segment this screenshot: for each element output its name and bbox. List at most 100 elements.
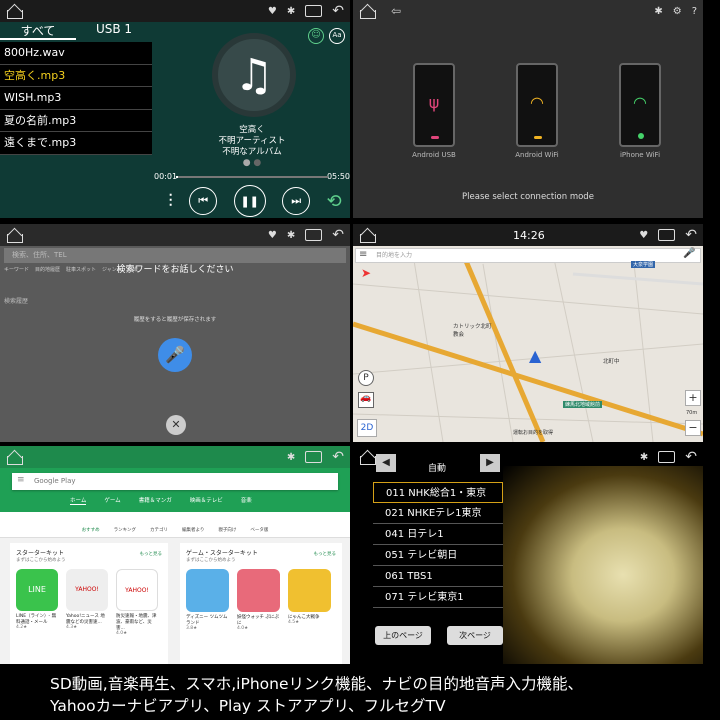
app-name: ディズニー ツムツム ランド — [186, 615, 228, 626]
home-icon[interactable] — [6, 5, 24, 19]
android-usb-option[interactable]: ψ — [413, 63, 455, 147]
list-item[interactable]: 800Hz.wav — [0, 42, 152, 65]
back-icon[interactable]: ↶ — [332, 3, 344, 19]
back-icon[interactable]: ↶ — [332, 449, 344, 465]
android-wifi-option[interactable]: ◠ — [516, 63, 558, 147]
tab-books[interactable]: 書籍＆マンガ — [139, 496, 172, 505]
home-icon[interactable] — [359, 451, 377, 465]
progress-bar[interactable] — [176, 176, 328, 178]
channel-item[interactable]: 051 テレビ朝日 — [373, 545, 503, 566]
menu-icon[interactable]: ≡ — [17, 475, 25, 485]
recent-apps-icon[interactable] — [305, 451, 323, 463]
map-label: 練馬北地域館前 — [563, 401, 603, 408]
line-icon: LINE — [16, 569, 58, 611]
play-store-panel: ✱ ↶ Google Play ≡ ホーム ゲーム 書籍＆マンガ 映画＆テレビ 音楽 おす… — [0, 446, 350, 664]
app-rating: 4.0★ — [237, 626, 249, 631]
exit-icon[interactable]: ⇦ — [391, 4, 401, 18]
next-mode-button[interactable]: ▶ — [480, 454, 500, 472]
home-icon[interactable] — [6, 451, 24, 465]
home-icon[interactable] — [359, 229, 377, 243]
map-mode-button[interactable]: 2D — [357, 419, 377, 437]
equalizer-icon[interactable]: ⫶ — [168, 191, 173, 212]
tab-home[interactable]: ホーム — [70, 496, 87, 505]
list-item[interactable]: 空高く.mp3 — [0, 65, 152, 88]
app-name: 防災速報・地震、津波、豪雨など、災害... — [116, 614, 157, 631]
close-button[interactable]: ✕ — [166, 415, 186, 435]
app-tile[interactable]: ディズニー ツムツム ランド 3.8★ — [186, 569, 229, 631]
list-item[interactable]: 遠くまで.mp3 — [0, 132, 152, 155]
next-button[interactable]: ⏭ — [282, 187, 311, 215]
location-icon: ♥ — [267, 229, 277, 241]
menu-icon[interactable]: ≡ — [359, 249, 367, 260]
track-artist: 不明アーティスト — [218, 136, 286, 146]
map-label: カトリック北町教会 — [453, 324, 492, 338]
app-tile[interactable]: YAHOO! Yahoo!ニュース 地震などの災害速... 4.3★ — [66, 569, 108, 636]
tab-games[interactable]: ゲーム — [104, 496, 120, 505]
app-tile[interactable]: にゃんこ大戦争 4.5★ — [288, 569, 331, 631]
subnav-family[interactable]: 親子向け — [218, 527, 236, 537]
wifi-icon: ◠ — [530, 93, 544, 112]
channel-item[interactable]: 071 テレビ東京1 — [373, 587, 503, 608]
search-input[interactable]: 検索、住所、TEL — [4, 248, 346, 263]
subnav-recommended[interactable]: おすすめ — [82, 527, 100, 537]
tab-music[interactable]: 音楽 — [241, 496, 252, 505]
repeat-icon[interactable]: ⟲ — [327, 191, 342, 212]
app-tile[interactable]: 妖怪ウォッチ ぷにぷに 4.0★ — [237, 569, 280, 631]
app-tile[interactable]: YAHOO! 防災速報・地震、津波、豪雨など、災害... 4.0★ — [116, 569, 158, 636]
subnav-editors[interactable]: 編集者より — [182, 527, 204, 537]
prev-mode-button[interactable]: ◀ — [376, 454, 396, 472]
prev-page-button[interactable]: 上のページ — [375, 626, 431, 645]
compass-icon[interactable]: ➤ — [361, 266, 371, 280]
microphone-icon[interactable]: 🎤 — [683, 248, 695, 259]
app-name: 妖怪ウォッチ ぷにぷに — [237, 615, 279, 626]
pause-button[interactable]: ❚❚ — [233, 185, 266, 217]
more-link[interactable]: もっと見る — [314, 551, 337, 557]
connection-panel: ⇦ ✱ ⚙? ψ Android USB ◠ Android WiFi ◠ iPho… — [353, 0, 703, 218]
search-input[interactable]: Google Play — [12, 473, 338, 490]
subnav-ranking[interactable]: ランキング — [114, 527, 136, 537]
list-item[interactable]: WISH.mp3 — [0, 87, 152, 110]
voice-prompt: 検索ワードをお話しください — [116, 265, 234, 275]
settings-icon[interactable]: ⚙ — [673, 6, 682, 17]
zoom-in-button[interactable]: + — [685, 390, 701, 406]
parking-icon[interactable]: P — [358, 370, 374, 386]
microphone-button[interactable]: 🎤 — [158, 338, 192, 372]
connection-prompt: Please select connection mode — [462, 192, 594, 202]
recent-apps-icon[interactable] — [305, 229, 323, 241]
previous-button[interactable]: ⏮ — [189, 187, 218, 215]
channel-item[interactable]: 041 日テレ1 — [373, 524, 503, 545]
subnav-beta[interactable]: ベータ版 — [250, 527, 268, 537]
back-icon[interactable]: ↶ — [685, 227, 697, 243]
home-icon[interactable] — [6, 229, 24, 243]
zoom-out-button[interactable]: − — [685, 420, 701, 436]
recent-apps-icon[interactable] — [305, 5, 323, 17]
app-name: Yahoo!ニュース 地震などの災害速... — [66, 614, 105, 625]
car-icon[interactable]: 🚗 — [358, 392, 374, 408]
tab-usb[interactable]: USB 1 — [76, 22, 152, 40]
back-icon[interactable]: ↶ — [332, 227, 344, 243]
help-icon[interactable]: ? — [692, 6, 697, 17]
channel-item[interactable]: 021 NHKEテレ1東京 — [373, 503, 503, 524]
file-list: 800Hz.wav 空高く.mp3 WISH.mp3 夏の名前.mp3 遠くまで… — [0, 42, 152, 155]
channel-item[interactable]: 011 NHK総合1・東京 — [373, 482, 503, 503]
home-icon[interactable] — [359, 5, 377, 19]
iphone-wifi-option[interactable]: ◠ — [619, 63, 661, 147]
recent-apps-icon[interactable] — [658, 451, 676, 463]
font-button[interactable]: Aa — [329, 28, 345, 44]
back-icon[interactable]: ↶ — [685, 449, 697, 465]
option-label: Android USB — [412, 151, 456, 159]
more-link[interactable]: もっと見る — [140, 551, 163, 557]
next-page-button[interactable]: 次ページ — [447, 626, 503, 645]
wifi-icon: ◠ — [633, 93, 647, 112]
bluetooth-icon: ✱ — [286, 229, 296, 241]
tab-movies[interactable]: 映画＆テレビ — [190, 496, 223, 505]
channel-item[interactable]: 061 TBS1 — [373, 566, 503, 587]
list-item[interactable]: 夏の名前.mp3 — [0, 110, 152, 133]
app-tile[interactable]: LINE LINE（ライン）- 無料通話・メール 4.2★ — [16, 569, 58, 636]
subnav-category[interactable]: カテゴリ — [150, 527, 168, 537]
map-label: 北町中 — [603, 359, 620, 365]
recent-apps-icon[interactable] — [658, 229, 676, 241]
person-icon[interactable]: ☺ — [308, 28, 324, 44]
map-label: 大泉学園 — [631, 261, 656, 268]
tab-all[interactable]: すべて — [0, 22, 76, 40]
